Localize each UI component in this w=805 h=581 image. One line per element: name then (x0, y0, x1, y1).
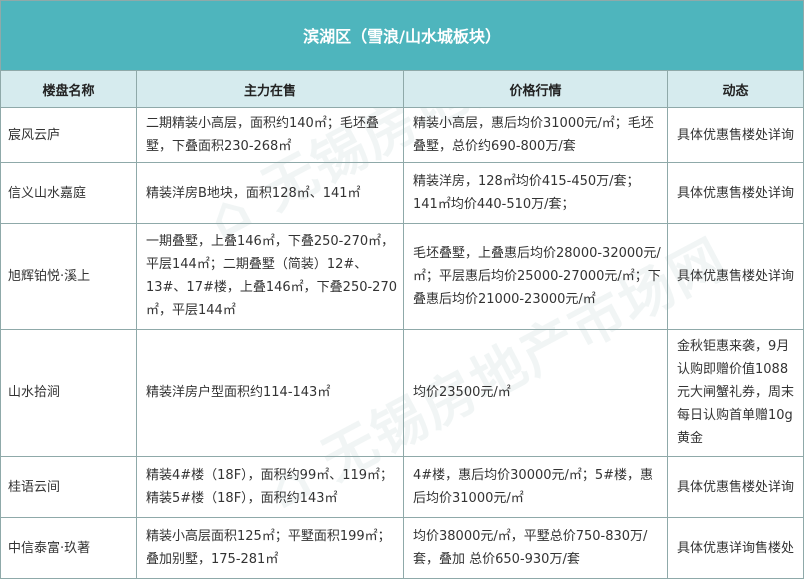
column-header-name: 楼盘名称 (0, 69, 137, 109)
main-offering: 精装洋房B地块，面积128㎡、141㎡ (136, 162, 404, 225)
main-offering: 二期精装小高层，面积约140㎡；毛坯叠墅，下叠面积230-268㎡ (136, 107, 404, 164)
title-row: 滨湖区（雪浪/山水城板块） (0, 0, 805, 71)
dynamic-info: 具体优惠售楼处详询 (666, 107, 805, 164)
table-row: 旭辉铂悦·溪上 一期叠墅，上叠146㎡，下叠250-270㎡，平层144㎡；二期… (0, 223, 805, 330)
column-header-dynamic: 动态 (666, 69, 805, 109)
main-offering: 精装洋房户型面积约114-143㎡ (136, 328, 404, 458)
main-offering: 精装小高层面积125㎡；平墅面积199㎡；叠加别墅，175-281㎡ (136, 517, 404, 579)
table-row: 山水拾涧 精装洋房户型面积约114-143㎡ 均价23500元/㎡ 金秋钜惠来袭… (0, 328, 805, 458)
price-info: 毛坯叠墅，上叠惠后均价28000-32000元/㎡；平层惠后均价25000-27… (403, 223, 668, 330)
table-row: 桂语云间 精装4#楼（18F），面积约99㎡、119㎡；精装5#楼（18F），面… (0, 456, 805, 519)
price-info: 均价38000元/㎡，平墅总价750-830万/套，叠加 总价650-930万/… (403, 517, 668, 579)
table-row: 中信泰富·玖著 精装小高层面积125㎡；平墅面积199㎡；叠加别墅，175-28… (0, 517, 805, 579)
main-offering: 一期叠墅，上叠146㎡，下叠250-270㎡，平层144㎡；二期叠墅（简装）12… (136, 223, 404, 330)
property-name: 旭辉铂悦·溪上 (0, 223, 137, 330)
property-name: 信义山水嘉庭 (0, 162, 137, 225)
property-name: 桂语云间 (0, 456, 137, 519)
table-title: 滨湖区（雪浪/山水城板块） (0, 0, 805, 71)
page: ⌂ 无锡房地产市场网 ⌂ 无锡房地产市场网 滨湖区（雪浪/山水城板块） 楼盘名称… (0, 0, 805, 581)
column-header-main: 主力在售 (136, 69, 404, 109)
price-info: 精装小高层，惠后均价31000元/㎡；毛坯叠墅，总价约690-800万/套 (403, 107, 668, 164)
dynamic-info: 具体优惠售楼处详询 (666, 162, 805, 225)
price-info: 均价23500元/㎡ (403, 328, 668, 458)
table-row: 信义山水嘉庭 精装洋房B地块，面积128㎡、141㎡ 精装洋房，128㎡均价41… (0, 162, 805, 225)
property-name: 宸风云庐 (0, 107, 137, 164)
price-info: 4#楼，惠后均价30000元/㎡；5#楼，惠后均价31000元/㎡ (403, 456, 668, 519)
price-info: 精装洋房，128㎡均价415-450万/套；141㎡均价440-510万/套； (403, 162, 668, 225)
dynamic-info: 具体优惠售楼处详询 (666, 223, 805, 330)
main-offering: 精装4#楼（18F），面积约99㎡、119㎡；精装5#楼（18F），面积约143… (136, 456, 404, 519)
property-name: 中信泰富·玖著 (0, 517, 137, 579)
table-row: 宸风云庐 二期精装小高层，面积约140㎡；毛坯叠墅，下叠面积230-268㎡ 精… (0, 107, 805, 164)
dynamic-info: 具体优惠售楼处详询 (666, 456, 805, 519)
dynamic-info: 金秋钜惠来袭，9月认购即赠价值1088元大闸蟹礼券，周末每日认购首单赠10g黄金 (666, 328, 805, 458)
property-name: 山水拾涧 (0, 328, 137, 458)
dynamic-info: 具体优惠详询售楼处 (666, 517, 805, 579)
column-header-price: 价格行情 (403, 69, 668, 109)
header-row: 楼盘名称 主力在售 价格行情 动态 (0, 69, 805, 109)
property-table: 滨湖区（雪浪/山水城板块） 楼盘名称 主力在售 价格行情 动态 宸风云庐 二期精… (0, 0, 805, 579)
